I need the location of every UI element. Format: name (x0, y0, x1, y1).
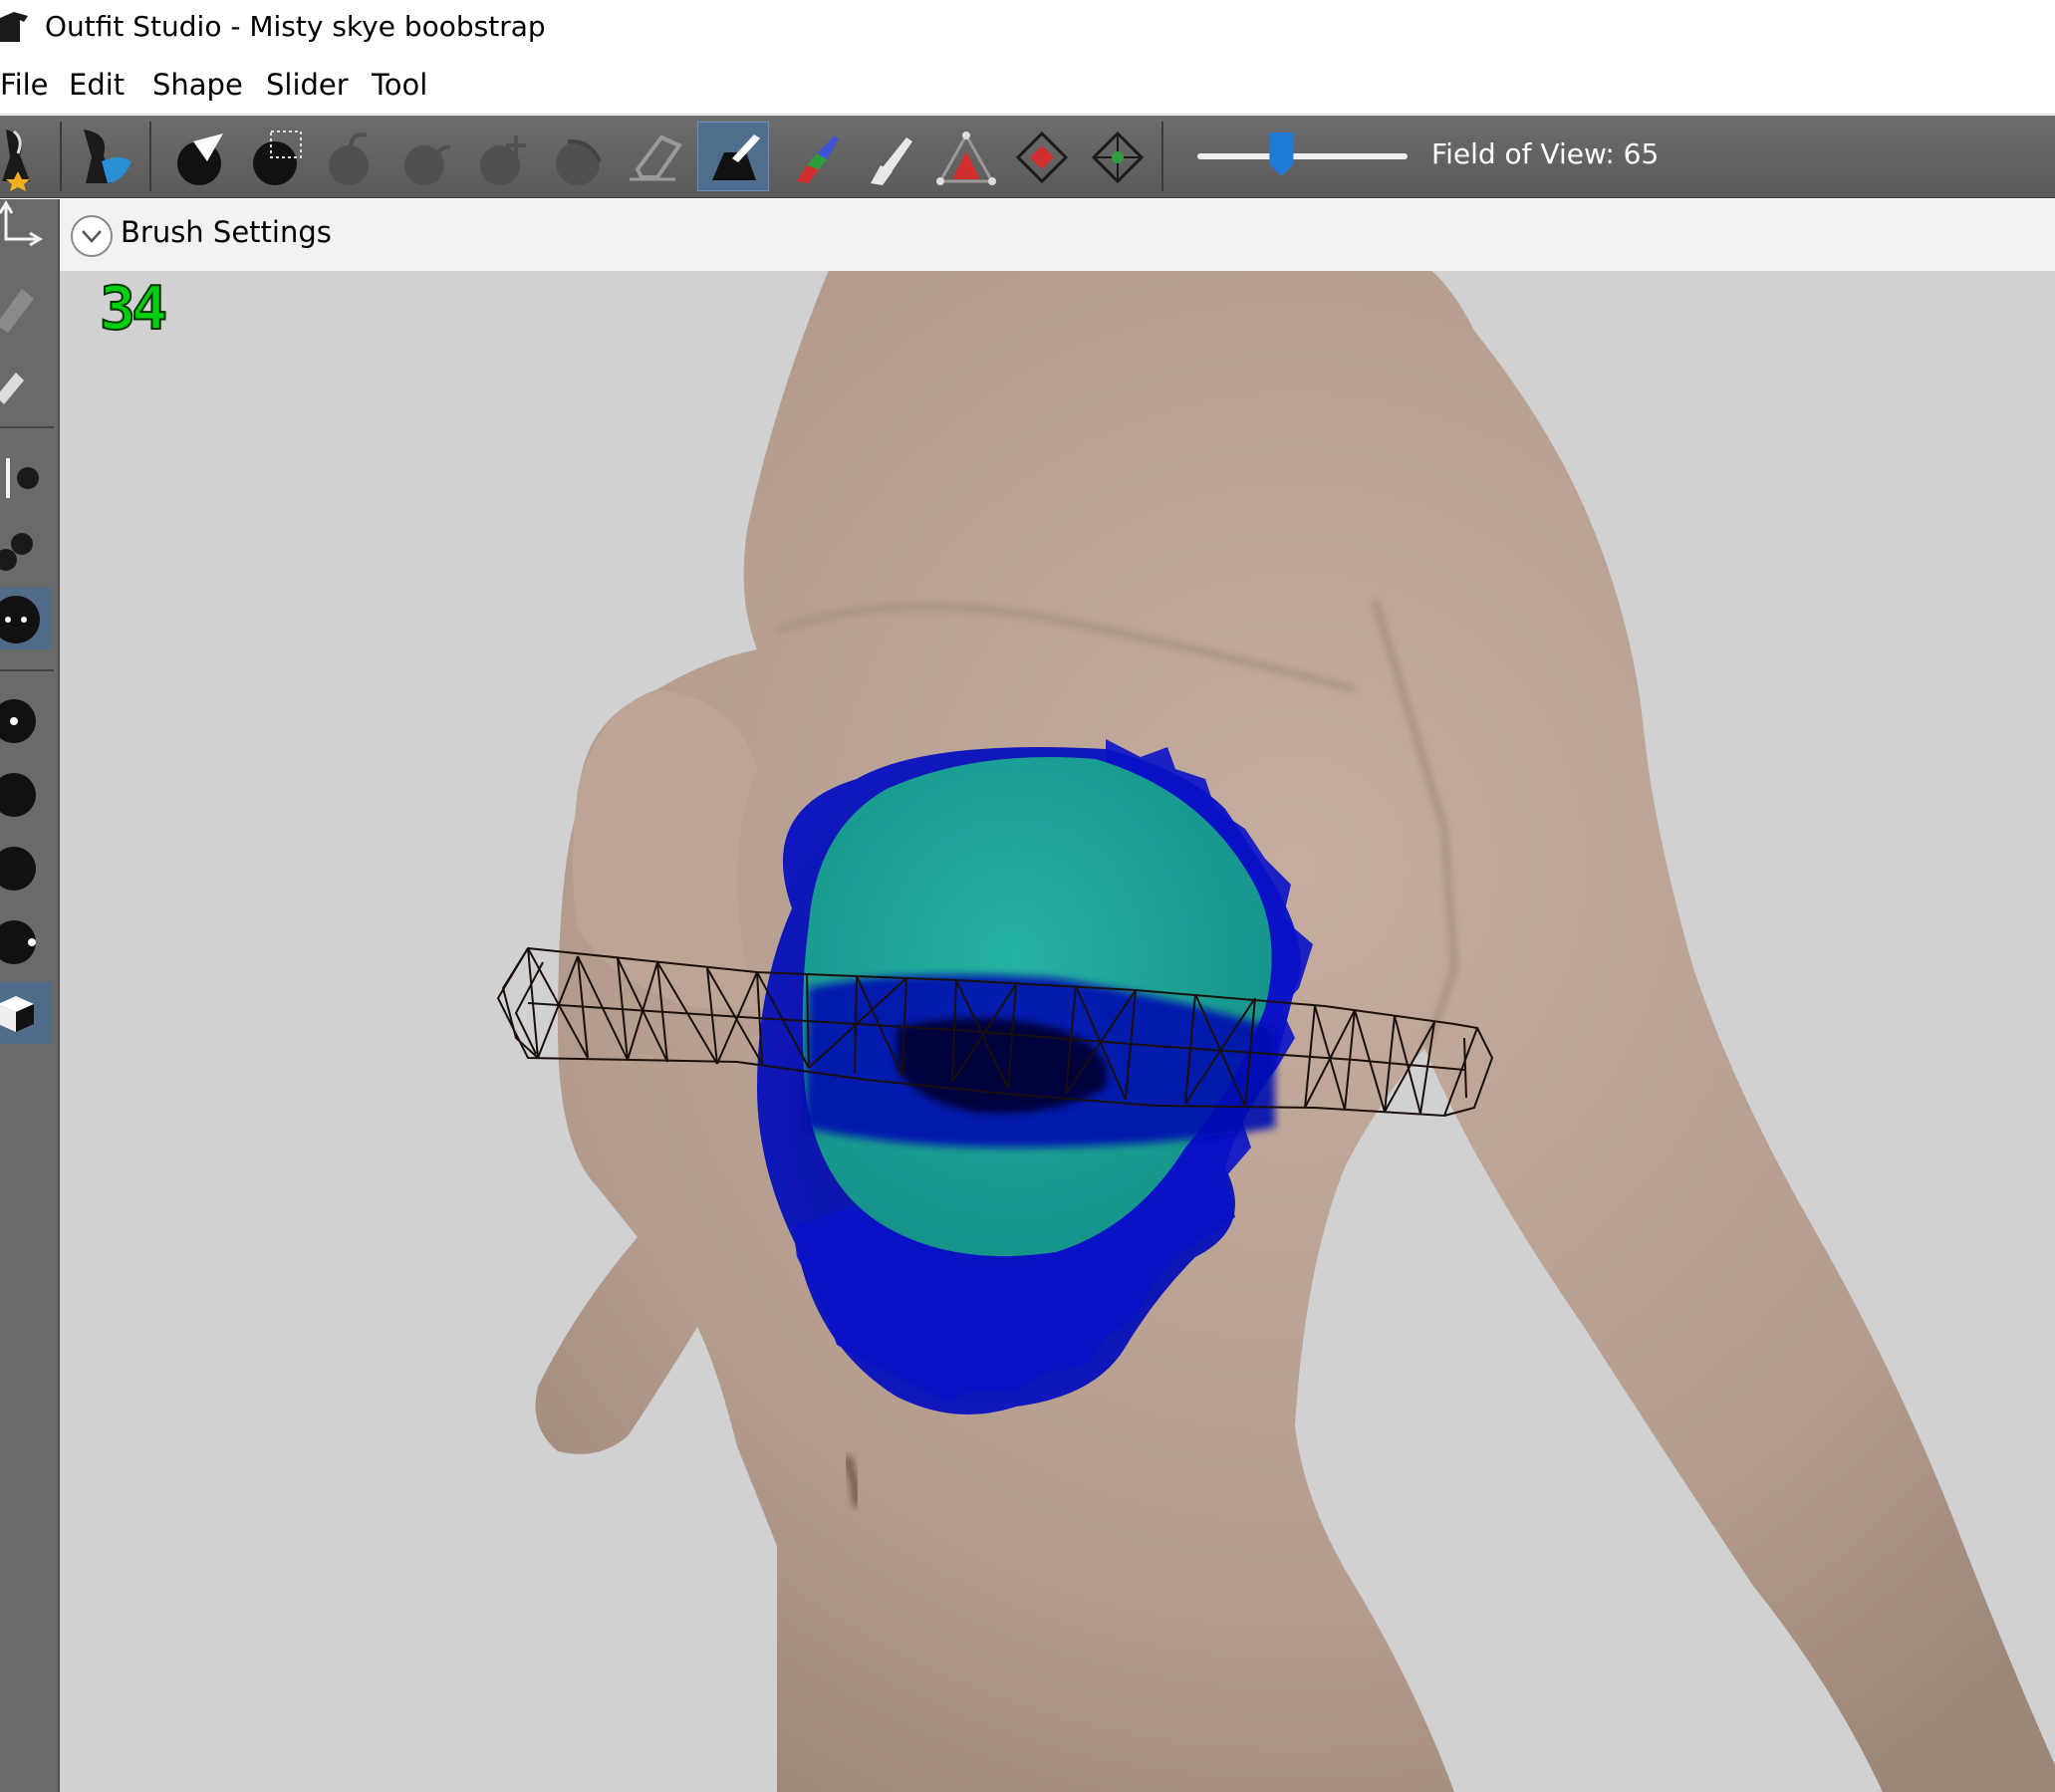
lighting-icon[interactable] (0, 763, 52, 825)
menu-edit[interactable]: Edit (69, 68, 125, 102)
inflate-brush-icon[interactable] (315, 122, 386, 191)
left-toolbar-separator (0, 426, 54, 428)
flip-edge-icon[interactable] (1082, 122, 1154, 191)
mask-select-icon[interactable] (239, 122, 311, 191)
select-brush-icon[interactable] (163, 122, 235, 191)
color-brush-icon[interactable] (779, 122, 851, 191)
smooth-brush-icon[interactable] (542, 122, 614, 191)
menu-bar: File Edit Shape Slider Tool (0, 64, 2055, 115)
connected-only-icon[interactable] (0, 516, 52, 578)
show-points-icon[interactable] (0, 588, 52, 649)
x-mirror-icon[interactable] (0, 446, 52, 508)
toolbar-separator (60, 122, 62, 191)
field-of-view-label: Field of View: 65 (1431, 137, 1660, 170)
alpha-brush-icon[interactable] (855, 122, 926, 191)
fps-counter: 34 (100, 274, 165, 344)
textures-icon[interactable] (0, 837, 52, 898)
outfit-shape-icon[interactable] (74, 122, 145, 191)
reference-shape-icon[interactable] (0, 122, 60, 191)
window-title: Outfit Studio - Misty skye boobstrap (45, 10, 546, 43)
menu-shape[interactable]: Shape (152, 68, 243, 102)
menu-slider[interactable]: Slider (266, 68, 349, 102)
move-brush-icon[interactable] (466, 122, 538, 191)
cube-icon[interactable] (0, 982, 52, 1044)
app-icon (0, 12, 28, 42)
deflate-brush-icon[interactable] (390, 122, 462, 191)
vertex-select-icon[interactable] (0, 351, 52, 412)
field-of-view-slider[interactable] (1195, 116, 1410, 197)
mask-brush-icon[interactable] (697, 122, 769, 191)
menu-file[interactable]: File (0, 68, 49, 102)
viewport-render[interactable]: 34 (60, 271, 2055, 1792)
3d-viewport[interactable]: 34 (60, 271, 2055, 1792)
main-toolbar: Field of View: 65 (0, 116, 2055, 198)
menu-tool[interactable]: Tool (372, 68, 427, 102)
slider-thumb[interactable] (1269, 132, 1294, 176)
title-bar: Outfit Studio - Misty skye boobstrap (0, 0, 2055, 52)
collapse-vertex-icon[interactable] (1006, 122, 1078, 191)
toolbar-separator (1161, 122, 1163, 191)
color-icon[interactable] (0, 910, 52, 972)
chevron-down-icon[interactable] (70, 214, 114, 258)
wireframe-icon[interactable] (0, 689, 52, 751)
left-toolbar (0, 199, 60, 1792)
erase-brush-icon[interactable] (618, 122, 689, 191)
brush-settings-panel: Brush Settings (60, 199, 2055, 272)
brush-settings-label[interactable]: Brush Settings (121, 215, 332, 249)
left-toolbar-separator (0, 669, 54, 671)
weight-brush-icon[interactable] (930, 122, 1002, 191)
transform-icon[interactable] (0, 199, 52, 261)
pivot-icon[interactable] (0, 275, 52, 337)
toolbar-separator (149, 122, 151, 191)
